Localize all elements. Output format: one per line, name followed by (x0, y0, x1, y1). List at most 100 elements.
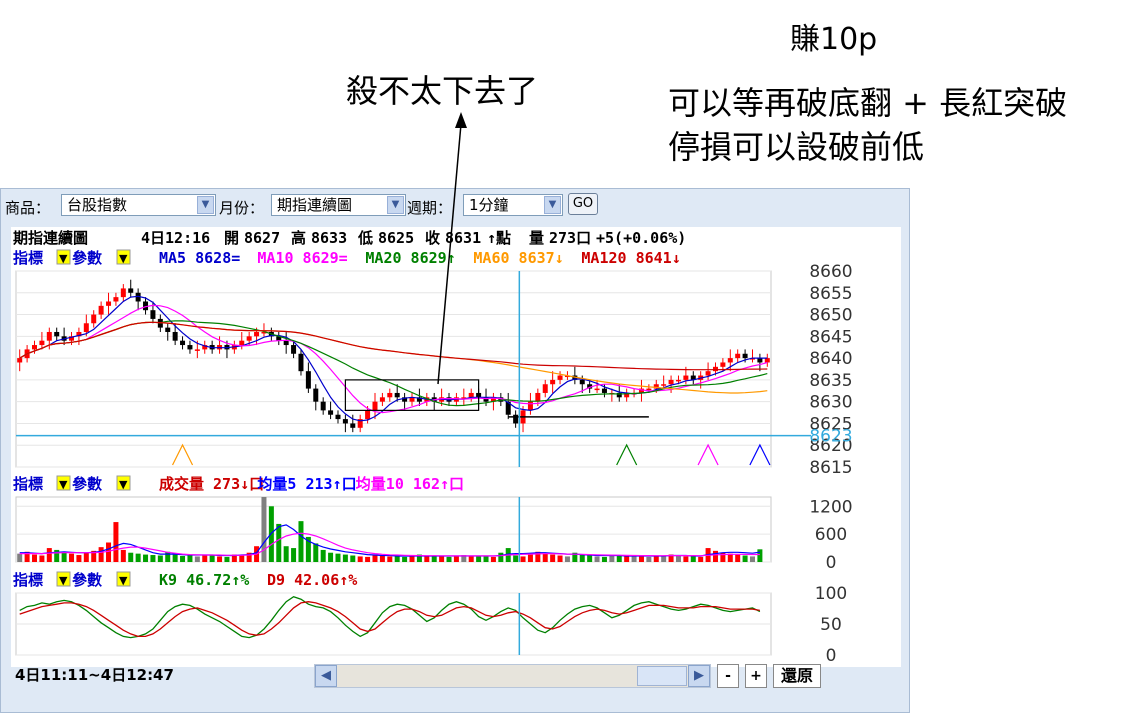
candle-body (120, 288, 126, 298)
candle-body (735, 353, 741, 359)
candle-body (372, 401, 378, 411)
chevron-down-icon[interactable]: ▼ (387, 196, 404, 214)
volume-bar (120, 549, 126, 562)
volume-bar (542, 553, 548, 562)
kd-tick-label: 0 (826, 646, 837, 666)
candle-body (128, 288, 134, 293)
candle-body (550, 379, 556, 385)
candle-body (246, 336, 252, 341)
info-text-8: 收 (425, 229, 440, 247)
volume-bar (328, 552, 334, 562)
volume-bar (320, 549, 326, 562)
volume-bar (172, 554, 178, 562)
period-value: 1分鐘 (469, 196, 509, 214)
volume-bar (217, 556, 223, 562)
candle-body (320, 401, 326, 411)
volume-bar (209, 555, 215, 562)
info-text-7: 8625 (378, 229, 414, 247)
candle-body (668, 379, 674, 385)
candle-body (291, 345, 297, 354)
info-text-11: 量 (529, 229, 544, 247)
scroll-left-icon[interactable]: ◀ (315, 665, 337, 687)
price-indicator-label: 指標 (13, 249, 43, 267)
info-text-6: 低 (357, 229, 373, 247)
volume-bar (128, 552, 134, 562)
volume-bar (712, 550, 718, 562)
chevron-down-icon[interactable]: ▼ (197, 196, 214, 214)
info-text-12: 273口 (549, 229, 591, 247)
candle-body (328, 410, 334, 415)
volume-bar (735, 554, 741, 562)
scroll-right-icon[interactable]: ▶ (688, 665, 710, 687)
volume-bar (564, 556, 570, 562)
price-item-3: MA60 8637↓ (473, 249, 563, 267)
candle-body (601, 388, 607, 393)
candle-body (394, 392, 400, 398)
candle-body (727, 358, 733, 363)
volume-bar (17, 553, 23, 562)
volume-indicator-triangle-icon: ▼ (59, 478, 68, 491)
candle-body (254, 331, 260, 337)
volume-bar (61, 552, 67, 562)
volume-bar (557, 555, 563, 562)
price-item-2: MA20 8629↑ (365, 249, 455, 267)
volume-bar (187, 555, 193, 562)
volume-param-label: 參數 (72, 475, 102, 493)
info-text-5: 8633 (311, 229, 347, 247)
volume-bar (379, 555, 385, 562)
volume-bar (624, 556, 630, 562)
arrow-head-icon (455, 112, 467, 128)
candle-body (187, 345, 193, 350)
volume-bar (365, 556, 371, 562)
candle-body (535, 392, 541, 402)
product-label: 商品： (5, 199, 51, 217)
candle-body (579, 379, 585, 385)
volume-bar (675, 555, 681, 562)
volume-bar (498, 552, 504, 562)
info-text-13: +5(+0.06%) (596, 229, 686, 247)
info-text-0: 期指連續圖 (13, 229, 88, 247)
annotation-profit: 賺10p (790, 22, 878, 57)
go-button[interactable]: GO (568, 193, 598, 215)
candle-body (468, 392, 474, 398)
volume-bar (239, 555, 245, 562)
month-select[interactable]: 期指連續圖 ▼ (271, 194, 406, 216)
price-tick-label: 8630 (809, 393, 852, 413)
info-text-4: 高 (291, 229, 306, 247)
zoom-out-button[interactable]: - (717, 664, 739, 688)
volume-bar (653, 555, 659, 562)
kd-panel: 指標 ▼ 參數 ▼ K9 46.72↑% D9 42.06↑% 100 50 0 (13, 571, 847, 666)
volume-bar (439, 556, 445, 562)
chart-canvas[interactable]: 期指連續圖 4日12:16 開 8627 高 8633 低 8625 收 8631 ↑點量 273口 +… (11, 227, 901, 667)
horizontal-scrollbar[interactable]: ◀ ▶ (314, 664, 711, 688)
volume-bar (135, 553, 141, 562)
price-tick-label: 8650 (809, 306, 852, 326)
candle-body (91, 314, 97, 324)
volume-bar (350, 555, 356, 562)
candle-body (379, 397, 385, 402)
kd-indicator-triangle-icon: ▼ (59, 574, 68, 587)
zoom-in-button[interactable]: + (745, 664, 767, 688)
candle-body (17, 358, 23, 363)
scroll-thumb[interactable] (637, 666, 687, 686)
price-tick-label: 8640 (809, 349, 852, 369)
product-value: 台股指數 (67, 196, 128, 214)
month-label: 月份： (219, 199, 265, 217)
price-item-4: MA120 8641↓ (581, 249, 680, 267)
info-row: 期指連續圖 4日12:16 開 8627 高 8633 低 8625 收 8631 ↑點量 273口 +… (13, 229, 686, 247)
period-select[interactable]: 1分鐘 ▼ (463, 194, 563, 216)
volume-bar (261, 497, 267, 562)
volume-bar (165, 551, 171, 562)
candle-body (342, 419, 348, 424)
volume-indicator-label: 指標 (13, 475, 43, 493)
candle-body (350, 423, 356, 428)
candle-body (32, 345, 38, 350)
volume-bar (32, 554, 38, 562)
product-select[interactable]: 台股指數 ▼ (61, 194, 216, 216)
chevron-down-icon[interactable]: ▼ (544, 196, 561, 214)
info-text-2: 開 (224, 229, 239, 247)
volume-bar (698, 556, 704, 562)
volume-bar (616, 555, 622, 562)
reset-button[interactable]: 還原 (773, 664, 821, 688)
kd-tick-label: 50 (820, 615, 842, 635)
